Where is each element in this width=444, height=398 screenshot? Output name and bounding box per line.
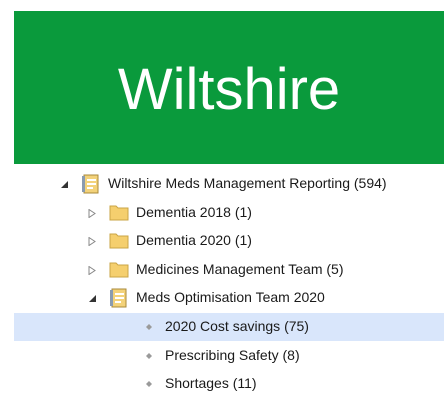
expand-triangle-icon[interactable] xyxy=(86,235,98,247)
collapse-triangle-icon[interactable] xyxy=(58,178,70,190)
tree-row-leaf[interactable]: Shortages (11) xyxy=(14,370,444,398)
bullet-icon xyxy=(146,324,152,330)
header-banner: Wiltshire xyxy=(14,11,444,164)
tree-root-label: Wiltshire Meds Management Reporting (594… xyxy=(108,175,387,191)
leaf-label: Shortages (11) xyxy=(165,375,257,391)
tree-row-leaf[interactable]: Prescribing Safety (8) xyxy=(14,342,444,370)
leaf-label: Prescribing Safety (8) xyxy=(165,347,300,363)
folder-label: Dementia 2018 (1) xyxy=(136,204,252,220)
bullet-icon xyxy=(146,353,152,359)
collapse-triangle-icon[interactable] xyxy=(86,292,98,304)
report-book-icon xyxy=(80,173,100,195)
tree-row-folder[interactable]: Dementia 2018 (1) xyxy=(14,199,444,227)
folder-icon xyxy=(109,203,129,221)
tree-row-folder[interactable]: Dementia 2020 (1) xyxy=(14,227,444,255)
expand-triangle-icon[interactable] xyxy=(86,207,98,219)
report-book-icon xyxy=(108,287,128,309)
tree-row-root[interactable]: Wiltshire Meds Management Reporting (594… xyxy=(14,170,444,198)
leaf-label: 2020 Cost savings (75) xyxy=(165,318,309,334)
expand-triangle-icon[interactable] xyxy=(86,264,98,276)
folder-label: Medicines Management Team (5) xyxy=(136,261,344,277)
folder-label: Dementia 2020 (1) xyxy=(136,232,252,248)
team-label: Meds Optimisation Team 2020 xyxy=(136,289,325,305)
banner-title: Wiltshire xyxy=(117,56,341,122)
tree-row-folder[interactable]: Medicines Management Team (5) xyxy=(14,256,444,284)
tree-row-leaf-selected[interactable]: 2020 Cost savings (75) xyxy=(14,313,444,341)
folder-icon xyxy=(109,260,129,278)
folder-icon xyxy=(109,231,129,249)
bullet-icon xyxy=(146,381,152,387)
tree-row-team[interactable]: Meds Optimisation Team 2020 xyxy=(14,284,444,312)
left-margin xyxy=(0,0,14,396)
